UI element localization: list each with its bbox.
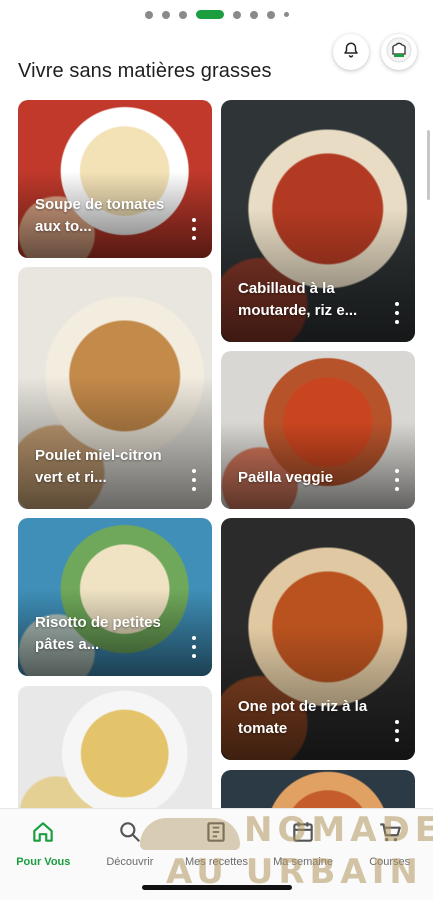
more-options-icon[interactable]	[393, 720, 401, 742]
header-actions	[333, 34, 417, 70]
recipe-card[interactable]: Risotto de petites pâtes a...	[18, 518, 212, 676]
search-icon	[117, 819, 143, 850]
recipe-card[interactable]	[18, 686, 212, 810]
more-options-icon[interactable]	[190, 469, 198, 491]
recipe-title: One pot de riz à la tomate	[238, 698, 368, 737]
section-title: Vivre sans matières grasses	[18, 60, 272, 82]
recipe-grid: Soupe de tomates aux to... Poulet miel-c…	[0, 100, 433, 810]
page-dot-active[interactable]	[195, 10, 224, 19]
notifications-button[interactable]	[333, 34, 369, 70]
nav-label: Ma semaine	[273, 856, 334, 868]
nav-label: Courses	[369, 856, 411, 868]
recipe-card[interactable]: Cabillaud à la moutarde, riz e...	[221, 100, 415, 342]
page-dot[interactable]	[144, 10, 153, 19]
page-dot[interactable]	[249, 10, 258, 19]
bell-icon	[342, 41, 360, 64]
scrollbar[interactable]	[427, 130, 430, 200]
recipe-card[interactable]: Soupe de tomates aux to...	[18, 100, 212, 258]
chef-hat-icon	[386, 37, 412, 68]
page-indicator	[0, 10, 433, 19]
recipe-photo	[221, 770, 415, 810]
nav-label: Découvrir	[106, 856, 154, 868]
bottom-navigation: Pour Vous Découvrir Mes recettes Ma sema…	[0, 808, 433, 900]
recipe-title: Soupe de tomates aux to...	[35, 196, 165, 235]
recipe-title: Paëlla veggie	[238, 469, 334, 486]
nav-label: Mes recettes	[185, 856, 248, 868]
home-icon	[30, 819, 56, 850]
nav-label: Pour Vous	[16, 856, 71, 868]
home-indicator[interactable]	[142, 885, 292, 890]
page-dot[interactable]	[232, 10, 241, 19]
recipe-card[interactable]: Poulet miel-citron vert et ri...	[18, 267, 212, 509]
more-options-icon[interactable]	[393, 302, 401, 324]
profile-button[interactable]	[381, 34, 417, 70]
nav-item-courses[interactable]: Courses	[346, 809, 433, 900]
page-dot[interactable]	[283, 12, 289, 17]
calendar-icon	[290, 819, 316, 850]
more-options-icon[interactable]	[190, 218, 198, 240]
page-dot[interactable]	[178, 10, 187, 19]
more-options-icon[interactable]	[190, 636, 198, 658]
recipe-title: Cabillaud à la moutarde, riz e...	[238, 280, 358, 319]
page-dot[interactable]	[161, 10, 170, 19]
page-dot[interactable]	[266, 10, 275, 19]
book-icon	[203, 819, 229, 850]
more-options-icon[interactable]	[393, 469, 401, 491]
recipe-title: Poulet miel-citron vert et ri...	[35, 447, 162, 486]
recipe-card[interactable]	[221, 770, 415, 810]
recipe-title: Risotto de petites pâtes a...	[35, 614, 161, 653]
nav-item-pour-vous[interactable]: Pour Vous	[0, 809, 87, 900]
recipe-photo	[18, 686, 212, 810]
recipe-card[interactable]: One pot de riz à la tomate	[221, 518, 415, 760]
cart-icon	[377, 819, 403, 850]
recipe-card[interactable]: Paëlla veggie	[221, 351, 415, 509]
